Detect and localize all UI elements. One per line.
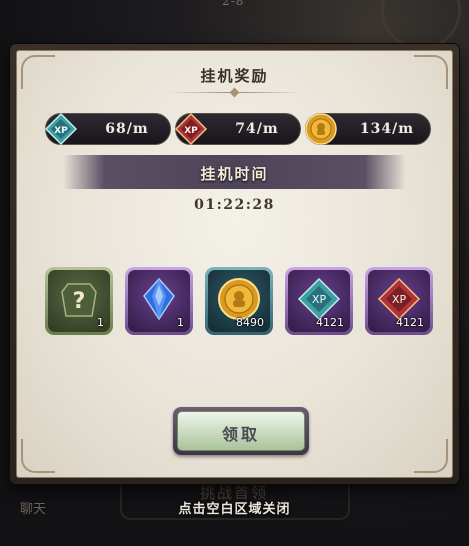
item-count: 4121 bbox=[396, 316, 424, 329]
svg-text:XP: XP bbox=[392, 293, 407, 306]
rate-value: 68/m bbox=[105, 121, 149, 137]
svg-text:XP: XP bbox=[312, 293, 327, 306]
idle-time-label: 挂机时间 bbox=[200, 165, 269, 183]
claim-label: 领取 bbox=[221, 425, 260, 444]
mystery-armor-icon: ? bbox=[61, 283, 97, 317]
teal-xp-rate: XP 68/m bbox=[44, 112, 171, 146]
corner-ornament bbox=[21, 439, 55, 473]
reward-item-slot[interactable]: 1 bbox=[125, 267, 193, 335]
teal-xp-gem-icon: XP bbox=[44, 112, 78, 146]
svg-text:XP: XP bbox=[184, 126, 198, 136]
stage-level-label: 2-8 bbox=[222, 0, 245, 8]
svg-text:?: ? bbox=[73, 289, 86, 314]
reward-item-slot[interactable]: 8490 bbox=[205, 267, 273, 335]
gold-rate: 134/m bbox=[305, 113, 431, 145]
rate-value: 74/m bbox=[235, 121, 279, 137]
idle-reward-dialog: 挂机奖励 XP 68/m XP 74/m 134/m 挂机时间 01:22:28… bbox=[10, 44, 459, 484]
divider-gem-icon bbox=[229, 87, 240, 98]
item-count: 8490 bbox=[236, 316, 264, 329]
svg-text:XP: XP bbox=[54, 126, 68, 136]
claim-button[interactable]: 领取 bbox=[173, 407, 309, 455]
item-count: 1 bbox=[177, 316, 184, 329]
close-hint: 点击空白区域关闭 bbox=[178, 502, 291, 517]
item-count: 4121 bbox=[316, 316, 344, 329]
reward-item-slot[interactable]: ? 1 bbox=[45, 267, 113, 335]
reward-item-slot[interactable]: XP 4121 bbox=[285, 267, 353, 335]
dialog-title: 挂机奖励 bbox=[200, 67, 269, 85]
idle-time-value: 01:22:28 bbox=[194, 197, 275, 213]
rate-value: 134/m bbox=[359, 121, 415, 137]
red-xp-gem-icon: XP bbox=[174, 112, 208, 146]
gold-coin-icon bbox=[305, 113, 337, 145]
idle-time-banner: 挂机时间 bbox=[63, 155, 406, 189]
item-count: 1 bbox=[97, 316, 104, 329]
corner-ornament bbox=[414, 439, 448, 473]
reward-item-slot[interactable]: XP 4121 bbox=[365, 267, 433, 335]
red-xp-rate: XP 74/m bbox=[174, 112, 301, 146]
blue-crystal-icon bbox=[143, 277, 175, 321]
dialog-panel: 挂机奖励 XP 68/m XP 74/m 134/m 挂机时间 01:22:28… bbox=[16, 50, 453, 478]
